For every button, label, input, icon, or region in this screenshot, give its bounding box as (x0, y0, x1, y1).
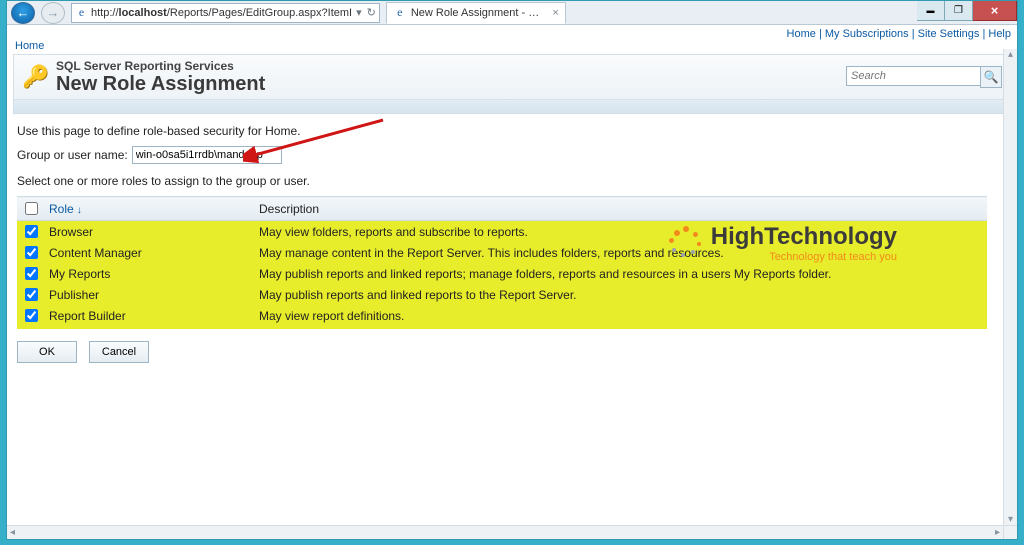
column-description[interactable]: Description (255, 197, 987, 221)
role-checkbox[interactable] (25, 246, 38, 259)
ssrs-top-links: Home | My Subscriptions | Site Settings … (7, 25, 1017, 40)
role-name: Publisher (45, 284, 255, 305)
table-row: My ReportsMay publish reports and linked… (17, 263, 987, 284)
window-close-button[interactable]: × (973, 1, 1017, 21)
back-button[interactable]: ← (11, 2, 35, 24)
ie-page-icon: e (393, 6, 407, 20)
role-name: Browser (45, 221, 255, 243)
role-description: May publish reports and linked reports; … (255, 263, 987, 284)
link-home[interactable]: Home (787, 28, 816, 40)
table-row: Report BuilderMay view report definition… (17, 305, 987, 329)
stop-icon[interactable]: ▾ (356, 6, 362, 19)
key-icon: 🔑 (22, 63, 50, 91)
logo-text: HighTechnology (711, 223, 897, 251)
header-subband (13, 100, 1011, 114)
search-button[interactable]: 🔍 (980, 66, 1002, 88)
logo-tagline: Technology that teach you (711, 251, 897, 263)
window-minimize-button[interactable] (917, 1, 945, 21)
service-name: SQL Server Reporting Services (56, 59, 265, 73)
tab-title: New Role Assignment - Re... (411, 7, 547, 19)
role-checkbox[interactable] (25, 309, 38, 322)
refresh-icon[interactable]: ↻ (367, 6, 376, 19)
browser-tab[interactable]: e New Role Assignment - Re... × (386, 2, 566, 24)
window-controls: × (917, 1, 1017, 22)
page-header: 🔑 SQL Server Reporting Services New Role… (13, 54, 1011, 100)
link-help[interactable]: Help (988, 28, 1011, 40)
cancel-button[interactable]: Cancel (89, 341, 149, 363)
link-site-settings[interactable]: Site Settings (918, 28, 980, 40)
window-maximize-button[interactable] (945, 1, 973, 21)
role-checkbox[interactable] (25, 267, 38, 280)
group-user-input[interactable] (132, 146, 282, 164)
address-bar[interactable]: e http://localhost/Reports/Pages/EditGro… (71, 3, 380, 23)
role-name: My Reports (45, 263, 255, 284)
column-role[interactable]: Role↓ (45, 197, 255, 221)
sort-asc-icon: ↓ (77, 205, 82, 216)
role-name: Report Builder (45, 305, 255, 329)
role-checkbox[interactable] (25, 225, 38, 238)
forward-button[interactable]: → (41, 2, 65, 24)
address-bar-text: http://localhost/Reports/Pages/EditGroup… (91, 7, 352, 19)
link-my-subscriptions[interactable]: My Subscriptions (825, 28, 909, 40)
watermark-logo: HighTechnology Technology that teach you (669, 223, 897, 263)
role-description: May view report definitions. (255, 305, 987, 329)
intro-text: Use this page to define role-based secur… (17, 124, 1007, 138)
page-title: New Role Assignment (56, 73, 265, 95)
breadcrumb-home[interactable]: Home (15, 40, 44, 52)
browser-toolbar: ← → e http://localhost/Reports/Pages/Edi… (7, 1, 1017, 25)
role-description: May publish reports and linked reports t… (255, 284, 987, 305)
vertical-scrollbar[interactable]: ▴▾ (1003, 49, 1017, 525)
ie-page-icon: e (75, 6, 88, 19)
table-row: PublisherMay publish reports and linked … (17, 284, 987, 305)
role-checkbox[interactable] (25, 288, 38, 301)
horizontal-scrollbar[interactable]: ◂▸ (7, 525, 1003, 539)
search-input[interactable] (846, 66, 980, 86)
role-name: Content Manager (45, 242, 255, 263)
tab-close-icon[interactable]: × (552, 7, 558, 19)
logo-dots-icon (669, 226, 703, 260)
group-user-label: Group or user name: (17, 148, 128, 162)
select-all-checkbox[interactable] (25, 202, 38, 215)
ok-button[interactable]: OK (17, 341, 77, 363)
scrollbar-corner (1003, 525, 1017, 539)
select-roles-text: Select one or more roles to assign to th… (17, 174, 1007, 188)
breadcrumb: Home (7, 40, 1017, 52)
